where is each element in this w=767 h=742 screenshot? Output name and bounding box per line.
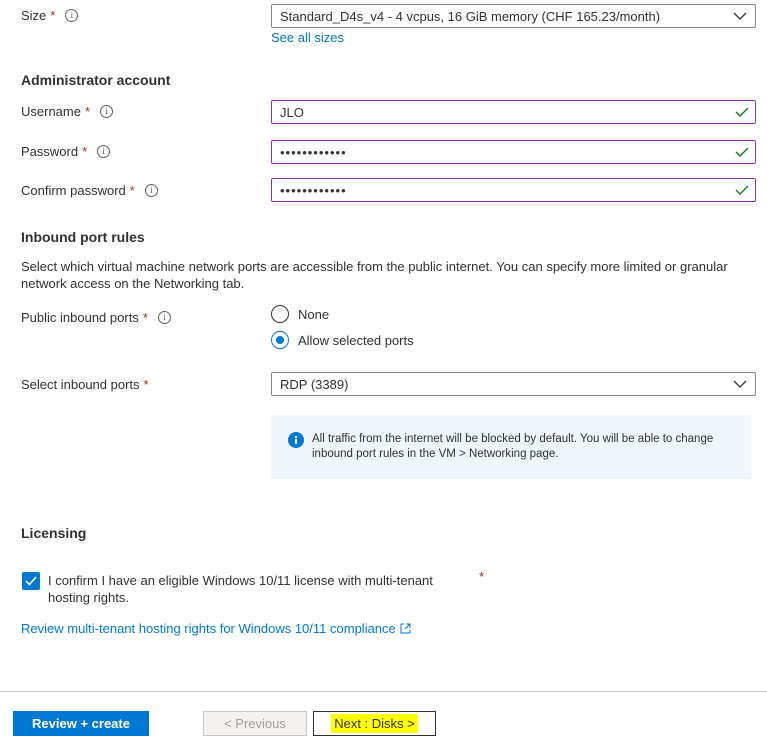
license-confirm-text: I confirm I have an eligible Windows 10/… xyxy=(48,573,433,605)
required-asterisk: * xyxy=(479,569,485,584)
next-disks-button[interactable]: Next : Disks > xyxy=(313,711,436,736)
next-disks-label: Next : Disks > xyxy=(331,714,418,733)
radio-none-label[interactable]: None xyxy=(298,307,329,322)
review-hosting-rights-link[interactable]: Review multi-tenant hosting rights for W… xyxy=(21,621,411,636)
info-icon[interactable]: i xyxy=(65,9,79,22)
inbound-ports-value: RDP (3389) xyxy=(280,376,349,392)
checkmark-icon xyxy=(25,576,37,586)
password-label: Password * i xyxy=(21,144,111,159)
chevron-down-icon xyxy=(733,12,747,20)
info-icon[interactable]: i xyxy=(144,184,158,197)
required-asterisk: * xyxy=(50,8,56,23)
license-confirm-checkbox[interactable] xyxy=(22,572,40,590)
username-label: Username * i xyxy=(21,104,114,119)
licensing-heading: Licensing xyxy=(21,525,87,541)
required-asterisk: * xyxy=(82,144,88,159)
radio-allow-label[interactable]: Allow selected ports xyxy=(298,333,414,348)
confirm-password-label: Confirm password * i xyxy=(21,183,158,198)
footer-divider xyxy=(0,691,767,692)
check-icon xyxy=(735,107,749,117)
public-inbound-label: Public inbound ports * i xyxy=(21,310,171,325)
password-value: •••••••••••• xyxy=(280,144,347,160)
size-select[interactable]: Standard_D4s_v4 - 4 vcpus, 16 GiB memory… xyxy=(271,4,756,28)
check-icon xyxy=(735,147,749,157)
external-link-icon xyxy=(400,623,411,634)
inbound-ports-select[interactable]: RDP (3389) xyxy=(271,372,756,396)
confirm-password-value: •••••••••••• xyxy=(280,182,347,198)
info-icon[interactable]: i xyxy=(100,105,114,118)
required-asterisk: * xyxy=(84,104,91,119)
size-select-value: Standard_D4s_v4 - 4 vcpus, 16 GiB memory… xyxy=(280,8,661,24)
admin-heading: Administrator account xyxy=(21,72,171,88)
radio-none[interactable] xyxy=(271,305,289,323)
required-asterisk: * xyxy=(143,377,149,392)
username-input[interactable]: JLO xyxy=(271,100,756,124)
review-create-button[interactable]: Review + create xyxy=(13,711,149,736)
radio-allow-selected-ports[interactable] xyxy=(271,331,289,349)
info-message-text: All traffic from the internet will be bl… xyxy=(312,433,714,460)
previous-button[interactable]: < Previous xyxy=(203,711,307,736)
password-input[interactable]: •••••••••••• xyxy=(271,140,756,164)
required-asterisk: * xyxy=(129,183,135,198)
select-inbound-label: Select inbound ports * xyxy=(21,377,149,392)
size-label: Size * i xyxy=(21,8,79,23)
confirm-password-input[interactable]: •••••••••••• xyxy=(271,178,756,202)
see-all-sizes-link[interactable]: See all sizes xyxy=(271,30,344,45)
required-asterisk: * xyxy=(142,310,148,325)
info-icon[interactable]: i xyxy=(157,311,171,324)
info-message-box: All traffic from the internet will be bl… xyxy=(271,415,751,479)
chevron-down-icon xyxy=(733,380,747,388)
info-icon[interactable]: i xyxy=(97,145,111,158)
info-circle-icon xyxy=(288,432,304,448)
inbound-description: Select which virtual machine network por… xyxy=(21,259,728,291)
check-icon xyxy=(735,185,749,195)
inbound-heading: Inbound port rules xyxy=(21,229,145,245)
username-value: JLO xyxy=(280,104,304,120)
review-hosting-rights-text[interactable]: Review multi-tenant hosting rights for W… xyxy=(21,621,396,636)
